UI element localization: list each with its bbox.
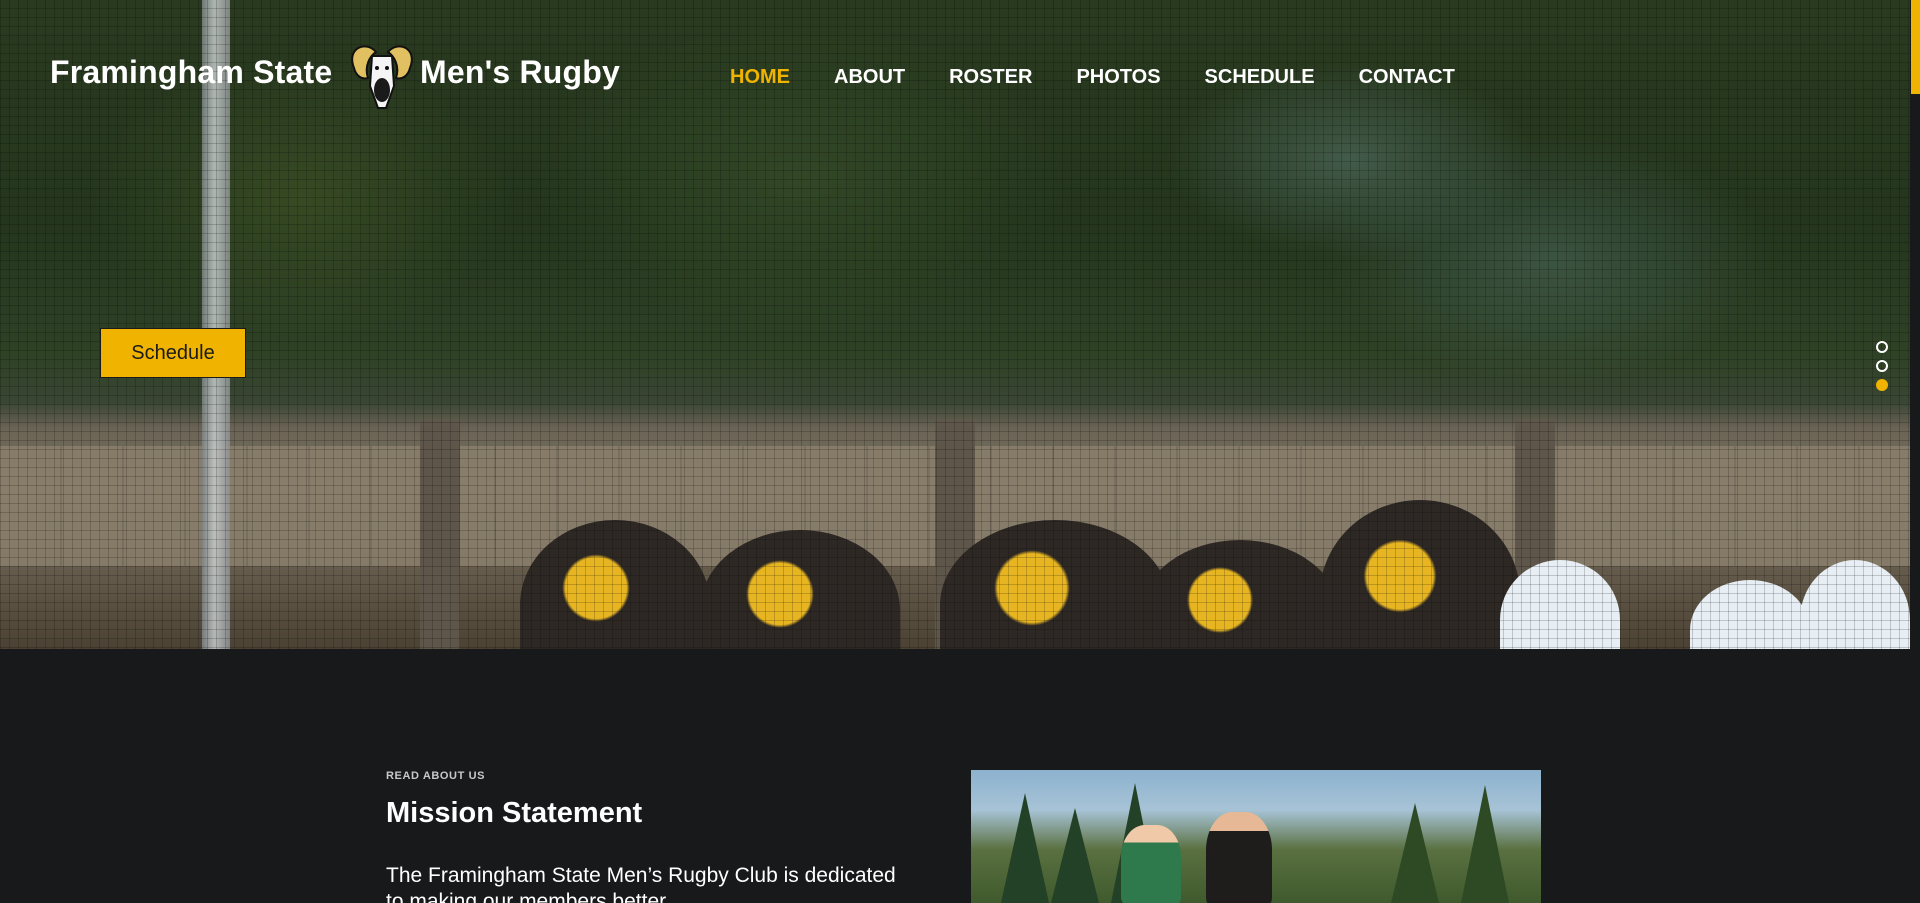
nav-about[interactable]: ABOUT (834, 66, 905, 89)
about-section (0, 649, 1910, 903)
ram-head-logo-icon[interactable] (342, 38, 422, 114)
about-photo (971, 770, 1541, 903)
section-title: Mission Statement (386, 797, 643, 829)
section-body: The Framingham State Men’s Rugby Club is… (386, 864, 896, 903)
nav-contact[interactable]: CONTACT (1359, 66, 1455, 89)
slide-dot-1[interactable] (1876, 341, 1888, 353)
nav-home[interactable]: HOME (730, 66, 790, 89)
brand-text-left[interactable]: Framingham State (50, 54, 332, 91)
photo-player (1121, 825, 1181, 903)
nav-roster[interactable]: ROSTER (949, 66, 1032, 89)
hero-slider (0, 0, 1910, 649)
main-nav: HOME ABOUT ROSTER PHOTOS SCHEDULE CONTAC… (730, 66, 1499, 89)
brand-text-right[interactable]: Men's Rugby (420, 54, 620, 91)
nav-photos[interactable]: PHOTOS (1076, 66, 1160, 89)
nav-schedule[interactable]: SCHEDULE (1205, 66, 1315, 89)
schedule-button[interactable]: Schedule (100, 328, 246, 378)
slider-pagination (1876, 341, 1890, 398)
slide-dot-3[interactable] (1876, 379, 1888, 391)
scrollbar-thumb[interactable] (1911, 0, 1920, 94)
section-kicker: READ ABOUT US (386, 770, 486, 782)
photo-player (1206, 812, 1272, 903)
slide-dot-2[interactable] (1876, 360, 1888, 372)
